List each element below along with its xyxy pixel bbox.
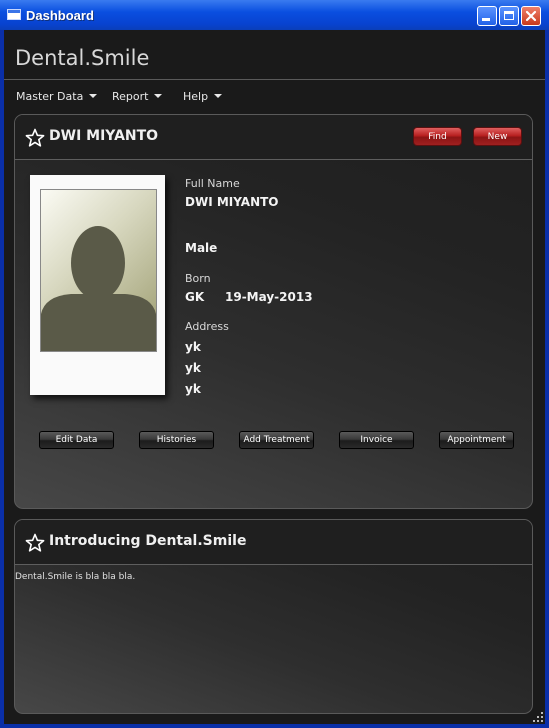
born-place-value: GK <box>185 290 205 304</box>
app-title: Dental.Smile <box>15 46 150 70</box>
intro-panel-title: Introducing Dental.Smile <box>49 533 247 549</box>
intro-text: Dental.Smile is bla bla bla. <box>15 572 136 582</box>
title-bar[interactable]: Dashboard <box>0 0 549 30</box>
address-label: Address <box>185 320 229 333</box>
chevron-down-icon <box>89 94 98 98</box>
patient-panel-title: DWI MIYANTO <box>49 128 159 144</box>
client-area: Dental.Smile Master Data Report Help DWI… <box>4 30 545 724</box>
window-app-icon <box>7 9 21 20</box>
address-line: yk <box>185 340 201 354</box>
patient-panel-header: DWI MIYANTO Find New <box>15 115 532 160</box>
born-label: Born <box>185 272 211 285</box>
gender-value: Male <box>185 241 218 255</box>
intro-panel-header: Introducing Dental.Smile <box>15 520 532 565</box>
appointment-button[interactable]: Appointment <box>439 431 514 449</box>
window-title: Dashboard <box>26 8 94 23</box>
chevron-down-icon <box>154 94 163 98</box>
menu-bar: Master Data Report Help <box>4 82 545 112</box>
add-treatment-button[interactable]: Add Treatment <box>239 431 314 449</box>
find-button[interactable]: Find <box>413 127 462 146</box>
close-icon <box>525 10 537 22</box>
menu-report[interactable]: Report <box>112 90 163 103</box>
minimize-button[interactable] <box>477 6 497 26</box>
address-line: yk <box>185 382 201 396</box>
maximize-button[interactable] <box>499 6 519 26</box>
edit-data-button[interactable]: Edit Data <box>39 431 114 449</box>
born-date-value: 19-May-2013 <box>225 290 313 304</box>
histories-button[interactable]: Histories <box>139 431 214 449</box>
menu-report-label: Report <box>112 90 149 103</box>
star-icon[interactable] <box>25 128 45 148</box>
menu-master-data[interactable]: Master Data <box>16 90 98 103</box>
header-divider <box>4 79 545 80</box>
app-window: Dashboard Dental.Smile Master Data Repor… <box>0 0 549 728</box>
chevron-down-icon <box>214 94 223 98</box>
menu-help-label: Help <box>183 90 209 103</box>
invoice-button[interactable]: Invoice <box>339 431 414 449</box>
star-icon[interactable] <box>25 533 45 553</box>
new-button[interactable]: New <box>473 127 522 146</box>
full-name-label: Full Name <box>185 177 240 190</box>
close-button[interactable] <box>521 6 541 26</box>
address-line: yk <box>185 361 201 375</box>
resize-grip-icon[interactable] <box>533 712 543 722</box>
menu-master-data-label: Master Data <box>16 90 84 103</box>
patient-photo[interactable] <box>40 189 157 352</box>
patient-photo-frame <box>30 175 165 395</box>
person-silhouette-icon <box>41 226 156 351</box>
patient-panel: DWI MIYANTO Find New Full Name DWI MIYAN… <box>14 114 533 509</box>
intro-panel: Introducing Dental.Smile Dental.Smile is… <box>14 519 533 714</box>
full-name-value: DWI MIYANTO <box>185 195 279 209</box>
menu-help[interactable]: Help <box>183 90 223 103</box>
